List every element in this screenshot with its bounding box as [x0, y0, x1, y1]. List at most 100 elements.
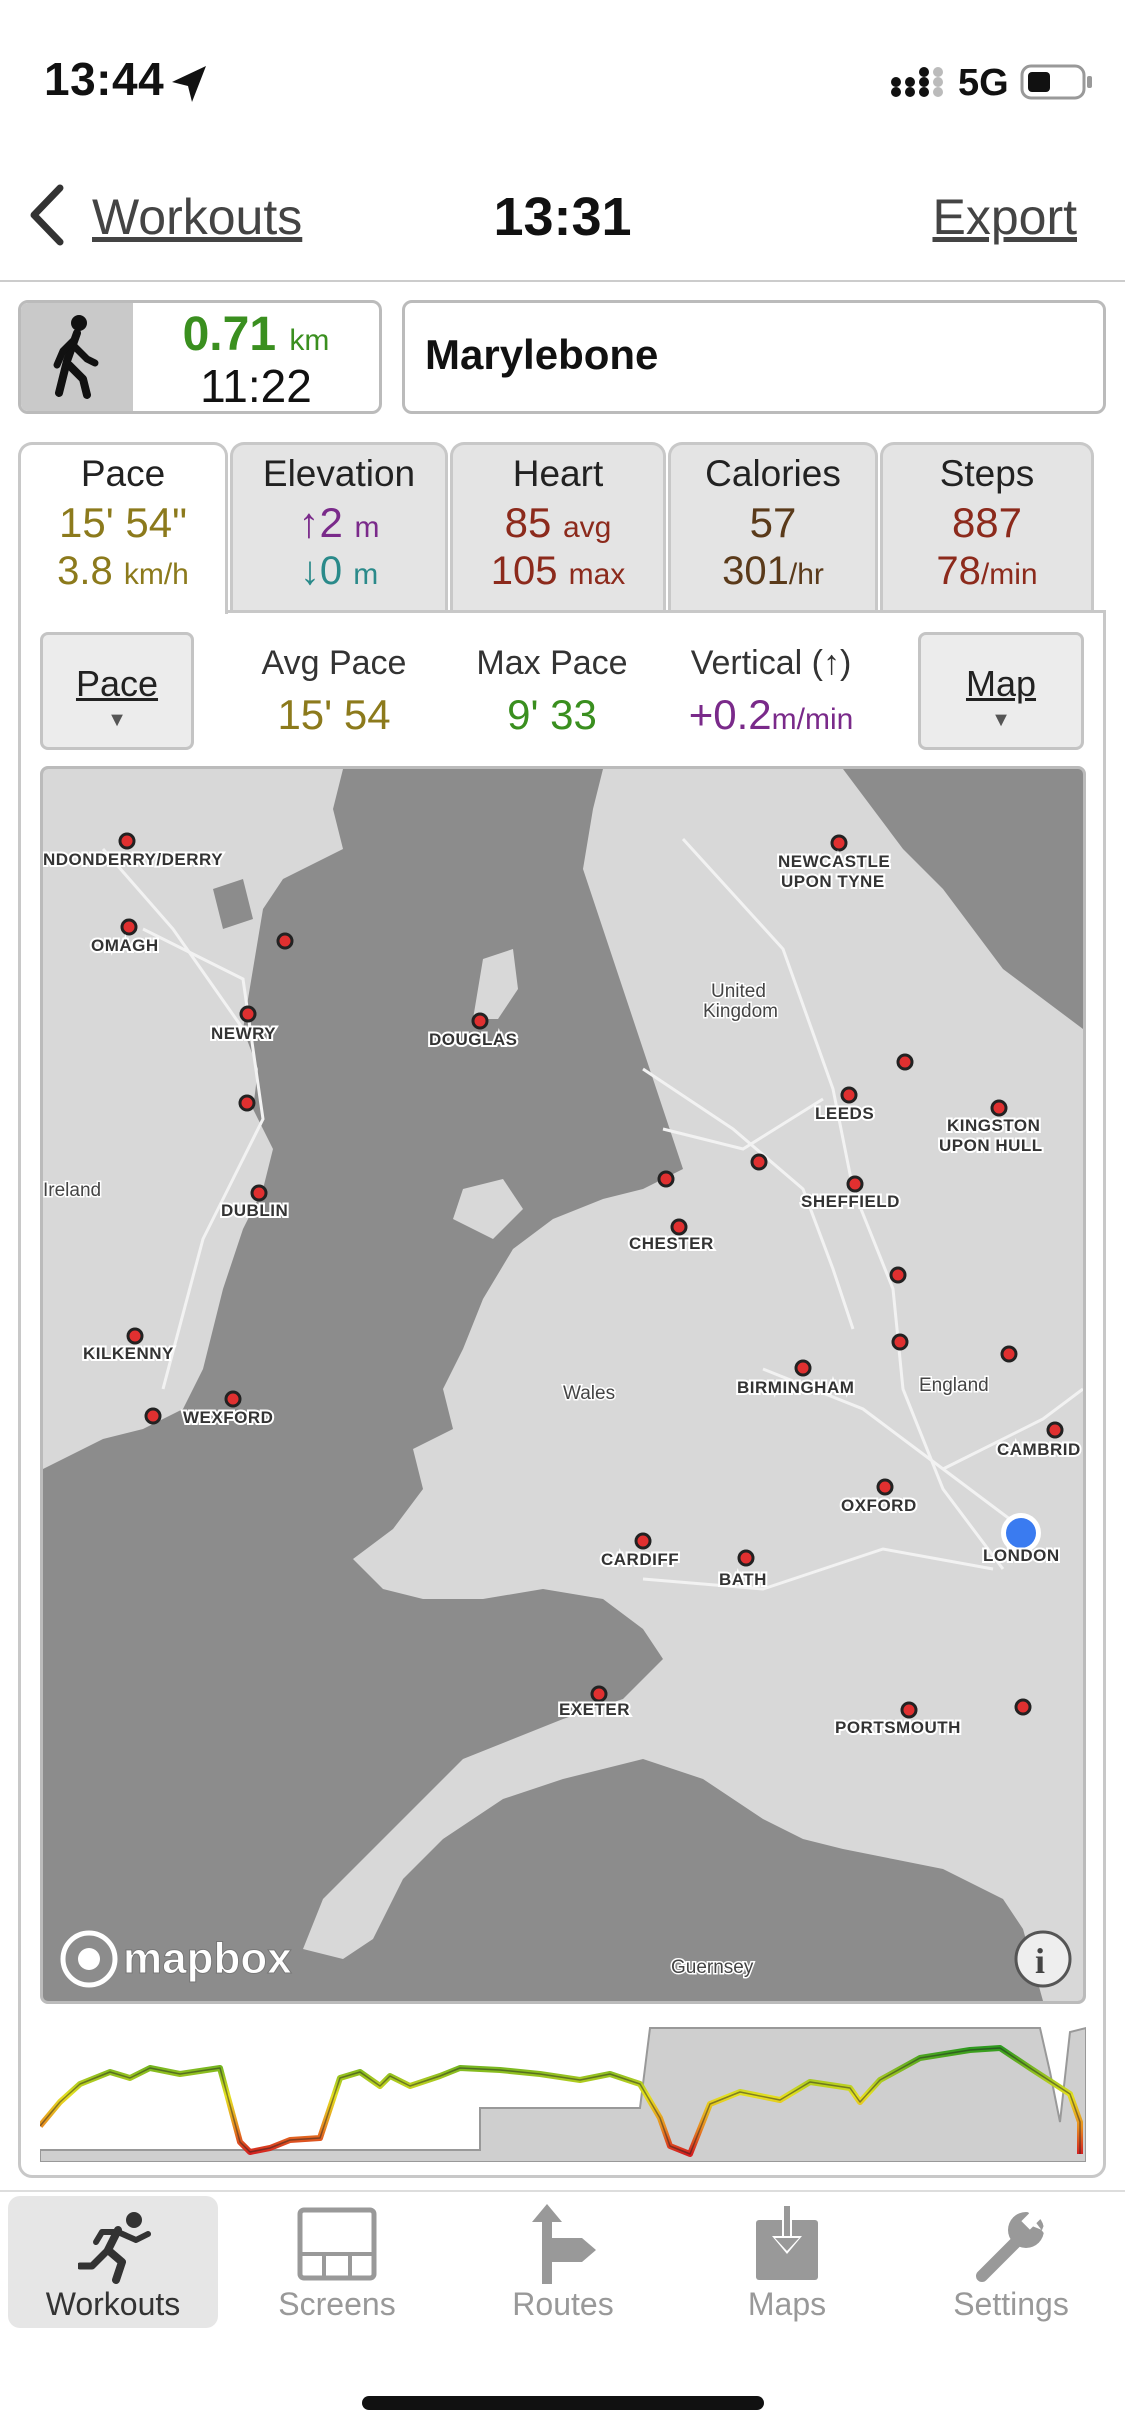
- calories-rate: 301: [722, 549, 789, 593]
- tabbar-label: Settings: [953, 2286, 1069, 2322]
- stat-label: Vertical (↑): [690, 644, 852, 682]
- metric-selector-label: Pace: [75, 663, 159, 704]
- map-info-glyph: i: [1035, 1941, 1045, 1981]
- map-download-icon: [756, 2206, 818, 2280]
- map-label-ireland: Ireland: [43, 1180, 101, 1201]
- map-label-wexford: WEXFORD: [183, 1408, 273, 1427]
- map-label-kilkenny: KILKENNY: [83, 1344, 174, 1363]
- map-label-birmingham: BIRMINGHAM: [737, 1378, 854, 1397]
- view-selector-button[interactable]: Map ▼: [918, 632, 1084, 750]
- tab-calories[interactable]: Calories 57 301/hr: [668, 442, 878, 612]
- steps-rate: 78: [936, 549, 981, 593]
- tab-value-1: ↑2 m: [233, 499, 445, 547]
- land-anglesey: [453, 1179, 523, 1239]
- map-label-guernsey: Guernsey: [671, 1957, 754, 1978]
- map-label-exeter: EXETER: [559, 1700, 630, 1719]
- tabbar-settings[interactable]: Settings: [906, 2196, 1116, 2328]
- heart-avg: 85: [504, 499, 552, 546]
- calories-rate-unit: /hr: [788, 558, 824, 591]
- current-location-marker: [1006, 1518, 1036, 1548]
- battery-icon: [1020, 64, 1092, 100]
- export-button[interactable]: Export: [932, 188, 1077, 246]
- tab-title: Pace: [80, 453, 166, 494]
- distance-unit: km: [289, 324, 330, 357]
- map-label-newcastle: NEWCASTLE: [778, 852, 890, 871]
- tab-title: Elevation: [262, 453, 416, 494]
- tab-title: Steps: [939, 453, 1035, 494]
- home-indicator[interactable]: [362, 2396, 764, 2410]
- distance-number: 0.71: [182, 308, 277, 361]
- map-label-dublin: DUBLIN: [221, 1201, 288, 1220]
- tab-elevation[interactable]: Elevation ↑2 m ↓0 m: [230, 442, 448, 612]
- route-sign-icon: [532, 2204, 596, 2284]
- activity-type-button[interactable]: [21, 303, 133, 411]
- map-label-chester: CHESTER: [629, 1234, 714, 1253]
- map-label-wales: Wales: [563, 1383, 615, 1404]
- map-label-hull-2: UPON HULL: [939, 1136, 1043, 1155]
- stat-label: Max Pace: [476, 644, 628, 682]
- screens-grid-icon: [297, 2207, 377, 2281]
- tabbar-maps[interactable]: Maps: [682, 2196, 892, 2328]
- map-canvas[interactable]: NDONDERRY/DERRY OMAGH NEWRY Ireland DUBL…: [43, 769, 1083, 2001]
- elevation-up: ↑2: [298, 499, 343, 546]
- walking-icon: [53, 315, 99, 399]
- metric-selector-button[interactable]: Pace ▼: [40, 632, 194, 750]
- tab-value-1: 85 avg: [453, 499, 663, 547]
- wrench-icon: [976, 2208, 1046, 2282]
- stat-value: 15' 54: [277, 691, 391, 738]
- map-label-uk-2: Kingdom: [703, 1001, 778, 1022]
- pace-speed: 3.8: [57, 549, 113, 593]
- map-label-oxford: OXFORD: [841, 1496, 917, 1515]
- avg-pace-stat: Avg Pace 15' 54: [234, 644, 434, 739]
- map-label-newcastle-2: UPON TYNE: [781, 872, 885, 891]
- elevation-down-unit: m: [353, 558, 379, 591]
- map-label-england: England: [919, 1375, 989, 1396]
- tabbar-label: Maps: [747, 2286, 827, 2322]
- map-label-bath: BATH: [719, 1570, 767, 1589]
- running-icon: [78, 2212, 151, 2284]
- map-label-london: LONDON: [983, 1546, 1060, 1565]
- tab-value-2: 78/min: [883, 549, 1091, 594]
- status-time: 13:44: [44, 53, 165, 105]
- workout-summary[interactable]: 0.71 km 11:22: [18, 300, 382, 414]
- map-label-newry: NEWRY: [211, 1024, 276, 1043]
- mapbox-wordmark: mapbox: [123, 1934, 292, 1983]
- tab-value-2: 3.8 km/h: [21, 549, 225, 594]
- route-map[interactable]: NDONDERRY/DERRY OMAGH NEWRY Ireland DUBL…: [40, 766, 1086, 2004]
- tabbar-screens[interactable]: Screens: [232, 2196, 442, 2328]
- tab-heart[interactable]: Heart 85 avg 105 max: [450, 442, 666, 612]
- tab-pace[interactable]: Pace 15' 54" 3.8 km/h: [18, 442, 228, 614]
- stat-value: +0.2m/min: [664, 691, 878, 739]
- heart-avg-unit: avg: [563, 511, 612, 544]
- map-label-cardiff: CARDIFF: [601, 1550, 679, 1569]
- vertical-rate-unit: m/min: [771, 703, 854, 736]
- tabbar-workouts[interactable]: Workouts: [8, 2196, 218, 2328]
- tab-title: Calories: [705, 453, 841, 494]
- elevation-down: ↓0: [299, 549, 343, 593]
- stat-label: Avg Pace: [261, 644, 407, 682]
- vertical-rate-stat: Vertical (↑) +0.2m/min: [664, 644, 878, 739]
- stat-value: 9' 33: [507, 691, 597, 738]
- elevation-up-unit: m: [354, 511, 380, 544]
- network-type: 5G: [958, 62, 1009, 104]
- map-label-sheffield: SHEFFIELD: [801, 1192, 900, 1211]
- land-isle-of-man: [473, 949, 518, 1019]
- view-selector-label: Map: [965, 663, 1037, 704]
- pace-elevation-chart[interactable]: [40, 2022, 1086, 2162]
- pace-speed-unit: km/h: [123, 558, 189, 591]
- heart-max: 105: [490, 549, 558, 593]
- nav-divider: [0, 280, 1125, 282]
- tabbar-label: Routes: [512, 2286, 614, 2322]
- tabbar-routes[interactable]: Routes: [458, 2196, 668, 2328]
- tab-title: Heart: [512, 453, 604, 494]
- tab-value-2: 105 max: [453, 549, 663, 594]
- distance-value: 0.71 km: [133, 307, 379, 362]
- tab-value-1: 15' 54": [58, 499, 188, 546]
- location-name-field[interactable]: Marylebone: [402, 300, 1106, 414]
- map-label-portsmouth: PORTSMOUTH: [835, 1718, 961, 1737]
- tab-steps[interactable]: Steps 887 78/min: [880, 442, 1094, 612]
- map-label-leeds: LEEDS: [815, 1104, 874, 1123]
- location-arrow-icon: [172, 66, 206, 102]
- map-label-cambridge: CAMBRID: [997, 1440, 1081, 1459]
- land-ireland: [43, 769, 343, 1469]
